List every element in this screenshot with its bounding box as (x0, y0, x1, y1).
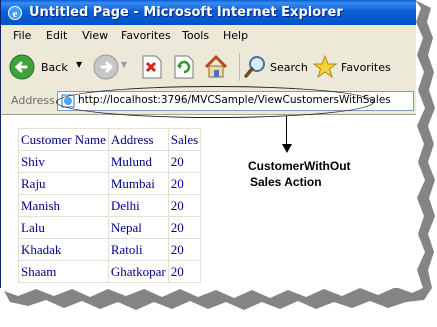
table-row: Shiv Mulund 20 (18, 150, 202, 173)
cell-name: Shiv (18, 150, 109, 173)
callout-line-2: Sales Action (250, 175, 322, 189)
table-row: Manish Delhi 20 (18, 194, 202, 217)
cell-sales: 20 (167, 172, 202, 195)
cell-sales: 20 (167, 150, 202, 173)
stop-button[interactable] (141, 53, 165, 81)
back-arrow-icon (9, 54, 35, 80)
table-row: Shaam Ghatkopar 20 (18, 260, 202, 283)
back-label: Back (41, 61, 68, 74)
cell-address: Delhi (107, 194, 169, 217)
cell-name: Khadak (18, 238, 109, 261)
cell-address: Mulund (107, 150, 169, 173)
refresh-icon (174, 55, 194, 79)
menu-bar: File Edit View Favorites Tools Help (1, 25, 416, 47)
favorites-button[interactable]: Favorites (313, 53, 413, 81)
customers-table: Customer Name Address Sales Shiv Mulund … (18, 128, 202, 283)
svg-text:e: e (13, 8, 18, 20)
cell-sales: 20 (167, 260, 202, 283)
screenshot: e Untitled Page - Microsoft Internet Exp… (0, 0, 437, 327)
menu-view[interactable]: View (82, 29, 108, 42)
cell-name: Lalu (18, 216, 109, 239)
chevron-down-icon[interactable]: ▼ (121, 60, 127, 69)
cell-address: Ratoli (107, 238, 169, 261)
cell-sales: 20 (167, 194, 202, 217)
cell-sales: 20 (167, 238, 202, 261)
address-label: Address (11, 94, 55, 107)
refresh-button[interactable] (173, 53, 197, 81)
menu-tools[interactable]: Tools (182, 29, 209, 42)
menu-edit[interactable]: Edit (46, 29, 67, 42)
menu-help[interactable]: Help (223, 29, 248, 42)
forward-button[interactable]: ▼ (93, 53, 129, 81)
menu-favorites[interactable]: Favorites (121, 29, 171, 42)
table-header-row: Customer Name Address Sales (18, 128, 202, 151)
cell-name: Raju (18, 172, 109, 195)
home-icon (204, 54, 228, 78)
cell-address: Mumbai (107, 172, 169, 195)
callout-arrow-head (282, 144, 292, 153)
window-title: Untitled Page - Microsoft Internet Explo… (29, 5, 343, 20)
search-magnifier-icon (244, 56, 265, 78)
favorites-label: Favorites (341, 61, 391, 74)
search-label: Search (270, 61, 308, 74)
chevron-down-icon[interactable]: ▼ (76, 60, 82, 69)
browser-window: e Untitled Page - Microsoft Internet Exp… (0, 0, 416, 288)
table-row: Lalu Nepal 20 (18, 216, 202, 239)
url-highlight-ellipse (56, 86, 374, 118)
title-bar: e Untitled Page - Microsoft Internet Exp… (1, 0, 416, 25)
menu-file[interactable]: File (13, 29, 31, 42)
table-row: Khadak Ratoli 20 (18, 238, 202, 261)
table-row: Raju Mumbai 20 (18, 172, 202, 195)
stop-icon (142, 55, 162, 79)
favorites-star-icon (313, 55, 337, 79)
cell-name: Shaam (18, 260, 109, 283)
cell-sales: 20 (167, 216, 202, 239)
search-button[interactable]: Search (239, 53, 310, 81)
back-button[interactable]: Back ▼ (9, 53, 87, 81)
header-address: Address (107, 128, 169, 151)
callout-line-1: CustomerWithOut (248, 159, 351, 173)
cell-address: Nepal (107, 216, 169, 239)
cell-name: Manish (18, 194, 109, 217)
cell-address: Ghatkopar (107, 260, 169, 283)
header-customer-name: Customer Name (18, 128, 109, 151)
header-sales: Sales (167, 128, 202, 151)
forward-arrow-icon (93, 54, 119, 80)
callout-annotation: CustomerWithOut Sales Action (248, 158, 351, 190)
ie-logo-icon: e (8, 6, 22, 20)
home-button[interactable] (203, 53, 231, 81)
page-content: Customer Name Address Sales Shiv Mulund … (1, 115, 416, 288)
toolbar: Back ▼ ▼ Search Favorites (1, 46, 416, 89)
